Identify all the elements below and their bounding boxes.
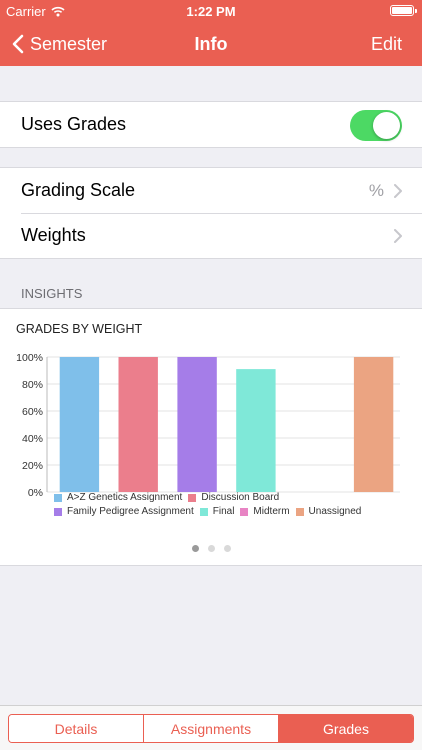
legend-label: Discussion Board (201, 492, 280, 503)
uses-grades-group: Uses Grades (0, 101, 422, 148)
grading-scale-row[interactable]: Grading Scale % (0, 168, 422, 213)
uses-grades-row: Uses Grades (0, 102, 422, 147)
legend-swatch (54, 508, 62, 516)
uses-grades-toggle[interactable] (350, 110, 402, 141)
legend-swatch (240, 508, 249, 516)
legend-swatch (188, 494, 197, 502)
y-tick-label: 60% (22, 406, 43, 418)
y-tick-label: 80% (22, 379, 43, 391)
chart-bar (353, 357, 394, 492)
chart-bar (118, 357, 158, 492)
chart-bar (236, 369, 276, 492)
back-button-label: Semester (30, 33, 108, 54)
chart-bar (177, 357, 217, 492)
grading-scale-label: Grading Scale (21, 180, 136, 200)
back-button[interactable]: Semester (12, 22, 107, 66)
y-tick-label: 0% (28, 487, 43, 499)
grading-scale-accessory: % (369, 168, 402, 213)
chevron-right-icon (394, 183, 402, 198)
weights-row[interactable]: Weights (0, 213, 422, 258)
legend-swatch (54, 494, 62, 502)
legend-swatch (295, 508, 304, 516)
bottom-toolbar: Details Assignments Grades (0, 705, 422, 750)
header: Carrier 1:22 PM Semester Info Edit (0, 0, 422, 66)
legend-label: A>Z Genetics Assignment (67, 492, 183, 503)
legend-label: Unassigned (308, 506, 362, 517)
legend-item: A>Z Genetics Assignment (54, 492, 182, 504)
insights-section-header: INSIGHTS (21, 286, 83, 301)
legend-item: Midterm (240, 506, 290, 518)
legend-label: Midterm (253, 506, 290, 517)
legend-item: Final (199, 506, 235, 518)
legend-item: Unassigned (295, 506, 362, 518)
page-indicator[interactable] (0, 545, 422, 552)
tab-details[interactable]: Details (9, 715, 143, 742)
y-tick-label: 100% (16, 352, 43, 364)
chart-legend: A>Z Genetics Assignment Discussion Board F… (54, 492, 414, 520)
legend-item: Discussion Board (188, 492, 279, 504)
grades-by-weight-chart: 0% 20% 40% 60% 80% 100% (16, 352, 400, 499)
navigation-bar: Semester Info Edit (0, 22, 422, 66)
edit-button[interactable]: Edit (371, 22, 402, 66)
weights-label: Weights (21, 225, 86, 245)
status-bar: Carrier 1:22 PM (0, 0, 422, 22)
y-tick-label: 20% (22, 460, 43, 472)
grades-chart-card[interactable]: 0% 20% 40% 60% 80% 100% GRADES BY WEIGHT A>Z … (0, 308, 422, 566)
chevron-right-icon (394, 228, 402, 243)
page-dot[interactable] (191, 545, 199, 552)
grading-scale-value: % (368, 180, 384, 200)
page-dot[interactable] (223, 545, 231, 552)
tab-assignments[interactable]: Assignments (143, 715, 278, 742)
grading-settings-group: Grading Scale % Weights (0, 167, 422, 259)
chart-bar (59, 357, 100, 492)
toggle-knob (373, 112, 400, 139)
legend-label: Family Pedigree Assignment (67, 506, 194, 517)
status-time: 1:22 PM (186, 4, 236, 19)
weights-accessory (394, 213, 402, 258)
page-dot[interactable] (207, 545, 215, 552)
section-segmented-control[interactable]: Details Assignments Grades (8, 714, 414, 743)
chevron-left-icon (12, 34, 24, 54)
y-tick-label: 40% (22, 433, 43, 445)
uses-grades-label: Uses Grades (21, 114, 127, 134)
legend-label: Final (212, 506, 235, 517)
battery-icon (390, 5, 417, 16)
legend-item: Family Pedigree Assignment (54, 506, 194, 518)
chart-title: GRADES BY WEIGHT (16, 322, 143, 336)
legend-swatch (199, 508, 208, 516)
tab-grades[interactable]: Grades (278, 715, 413, 742)
